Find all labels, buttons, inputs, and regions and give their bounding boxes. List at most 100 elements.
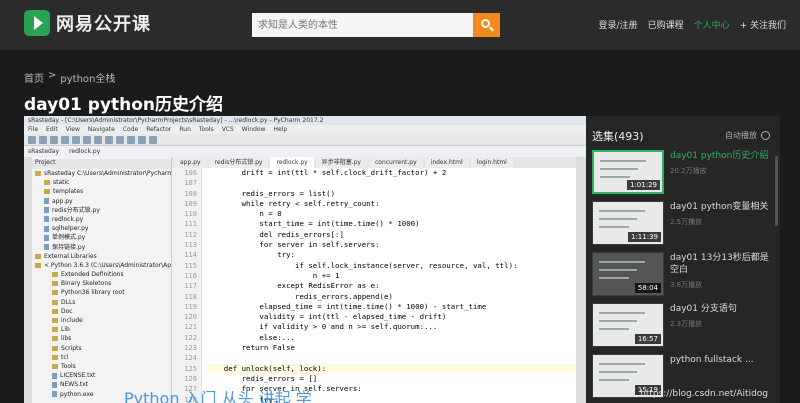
- video-player[interactable]: sRasteday - [C:\Users\Administrator\Pych…: [24, 116, 586, 403]
- video-thumbnail[interactable]: 58:04: [592, 252, 664, 296]
- thumbnail-content: [599, 328, 629, 330]
- toolbar-icon: [39, 136, 47, 144]
- playlist-item-title[interactable]: day01 13分13秒后都是空白: [670, 252, 770, 276]
- editor-tab[interactable]: app.py: [174, 157, 207, 168]
- search-button[interactable]: [473, 13, 500, 37]
- playlist-item-info: day01 分支语句 2.3万播放: [670, 303, 770, 347]
- playlist-item[interactable]: 1:11:39 day01 python变量相关 2.5万播放: [592, 201, 770, 245]
- file-icon: [44, 216, 49, 223]
- project-tree-item-label: Binary Skeletons: [61, 280, 112, 288]
- personal-center-link[interactable]: 个人中心: [694, 18, 730, 31]
- thumbnail-content: [600, 160, 646, 162]
- project-tree-item[interactable]: static: [32, 178, 171, 187]
- project-tree-item[interactable]: templates: [32, 187, 171, 196]
- editor-tab[interactable]: redis分布式锁.py: [208, 157, 269, 168]
- toolbar-icon: [127, 136, 135, 144]
- folder-icon: [52, 272, 58, 278]
- follow-us-link[interactable]: + 关注我们: [740, 18, 786, 31]
- project-tree-item[interactable]: Python36 library root: [32, 288, 171, 297]
- code-line: elapsed_time = int(time.time() * 1000) -…: [206, 301, 487, 311]
- video-thumbnail[interactable]: 1:11:39: [592, 201, 664, 245]
- line-number: 112: [184, 230, 197, 239]
- video-thumbnail[interactable]: 16:57: [592, 303, 664, 347]
- code-line: return False: [206, 343, 295, 353]
- line-number: 109: [184, 199, 197, 208]
- folder-icon: [52, 299, 58, 305]
- page-root: 网易公开课 登录/注册 已购课程 个人中心 + 关注我们 首页 > python…: [0, 0, 800, 403]
- project-tree-item[interactable]: Binary Skeletons: [32, 279, 171, 288]
- project-tree-item[interactable]: Scripts: [32, 344, 171, 353]
- editor-tab[interactable]: login.html: [470, 157, 513, 168]
- project-tree-item[interactable]: tcl: [32, 353, 171, 362]
- project-tree-item[interactable]: libs: [32, 334, 171, 343]
- project-tree: Project sRasteday C:\Users\Administrator\…: [32, 157, 172, 403]
- line-number: 123: [184, 344, 197, 353]
- project-tree-item[interactable]: Extended Definitions: [32, 270, 171, 279]
- code-line: start_time = int(time.time() * 1000): [206, 219, 420, 229]
- project-tree-item-label: libs: [61, 335, 72, 343]
- playlist-item-title[interactable]: day01 python变量相关: [670, 201, 770, 213]
- line-number: 126: [184, 374, 197, 383]
- playlist-item[interactable]: 58:04 day01 13分13秒后都是空白 3.8万播放: [592, 252, 770, 296]
- editor-tab[interactable]: redlock.py: [270, 157, 314, 168]
- project-tree-item[interactable]: External Libraries: [32, 252, 171, 261]
- autoplay-toggle[interactable]: 自动播放: [725, 130, 770, 141]
- login-register-link[interactable]: 登录/注册: [599, 18, 638, 31]
- ide-right-strip: [576, 157, 586, 403]
- autoplay-check-icon: [761, 131, 770, 140]
- thumbnail-content: [599, 210, 645, 212]
- playlist-scrollbar[interactable]: [775, 156, 778, 226]
- watermark: https://blog.csdn.net/Aitidog: [640, 389, 768, 399]
- project-tree-item[interactable]: include: [32, 316, 171, 325]
- project-tree-item[interactable]: DLLs: [32, 298, 171, 307]
- code-line: else:...: [206, 332, 295, 342]
- line-number: 113: [184, 241, 197, 250]
- project-tree-item[interactable]: Lib: [32, 325, 171, 334]
- project-tree-item[interactable]: sqlhelper.py: [32, 224, 171, 233]
- autoplay-label: 自动播放: [725, 131, 757, 140]
- playlist-item-info: day01 13分13秒后都是空白 3.8万播放: [670, 252, 770, 296]
- project-tree-item[interactable]: < Python 3.6.3 (C:\Users\Administrator\A…: [32, 261, 171, 270]
- thumbnail-content: [599, 277, 629, 279]
- project-tree-item[interactable]: 单例模式.py: [32, 233, 171, 242]
- playlist-item-title[interactable]: day01 python历史介绍: [670, 150, 770, 162]
- playlist-panel: 选集(493) 自动播放 1:01:29 day01 python历史介绍 20.2…: [586, 116, 780, 403]
- project-tree-item[interactable]: sRasteday C:\Users\Administrator\Pycharm…: [32, 169, 171, 178]
- project-tree-item[interactable]: redis分布式锁.py: [32, 206, 171, 215]
- playlist-item[interactable]: 16:57 day01 分支语句 2.3万播放: [592, 303, 770, 347]
- editor-tab[interactable]: concurrent.py: [368, 157, 423, 168]
- logo-text: 网易公开课: [56, 14, 151, 35]
- breadcrumb-category[interactable]: python全栈: [60, 70, 115, 85]
- breadcrumb-home[interactable]: 首页: [24, 70, 44, 85]
- search-input[interactable]: [252, 13, 473, 37]
- breadcrumb-separator: >: [48, 70, 57, 81]
- code-line: drift = int(ttl * self.clock_drift_facto…: [206, 168, 447, 177]
- site-logo[interactable]: 网易公开课: [24, 10, 151, 36]
- toolbar-icon: [61, 136, 69, 144]
- editor-tab[interactable]: index.html: [424, 157, 469, 168]
- playlist-item-title[interactable]: day01 分支语句: [670, 303, 770, 315]
- playlist-item-plays: 2.3万播放: [670, 320, 703, 328]
- ide-path-file: redlock.py: [69, 148, 101, 155]
- project-tree-item[interactable]: redlock.py: [32, 215, 171, 224]
- project-tree-item-label: Tools: [61, 362, 76, 370]
- editor-tab[interactable]: 异步非阻塞.py: [315, 157, 367, 168]
- project-tree-item[interactable]: Doc: [32, 307, 171, 316]
- playlist-item-title[interactable]: python fullstack ...: [670, 354, 770, 366]
- project-tree-item[interactable]: LICENSE.txt: [32, 371, 171, 380]
- purchased-courses-link[interactable]: 已购课程: [648, 18, 684, 31]
- playlist-item[interactable]: 1:01:29 day01 python历史介绍 20.2万播放: [592, 150, 770, 194]
- thumbnail-content: [599, 371, 637, 373]
- video-thumbnail[interactable]: 1:01:29: [592, 150, 664, 194]
- code-line: redis_errors = []: [206, 373, 318, 383]
- toolbar-icon: [138, 136, 146, 144]
- folder-icon: [52, 363, 58, 369]
- project-tree-item-label: External Libraries: [44, 252, 97, 260]
- project-tree-item[interactable]: Tools: [32, 362, 171, 371]
- project-tree-item[interactable]: 保持链接.py: [32, 243, 171, 252]
- ide-body: Project sRasteday C:\Users\Administrator\…: [24, 157, 586, 403]
- playlist-item-info: day01 python变量相关 2.5万播放: [670, 201, 770, 245]
- project-tree-item[interactable]: app.py: [32, 197, 171, 206]
- code-line: validity = int(ttl - elapsed_time - drif…: [206, 312, 447, 322]
